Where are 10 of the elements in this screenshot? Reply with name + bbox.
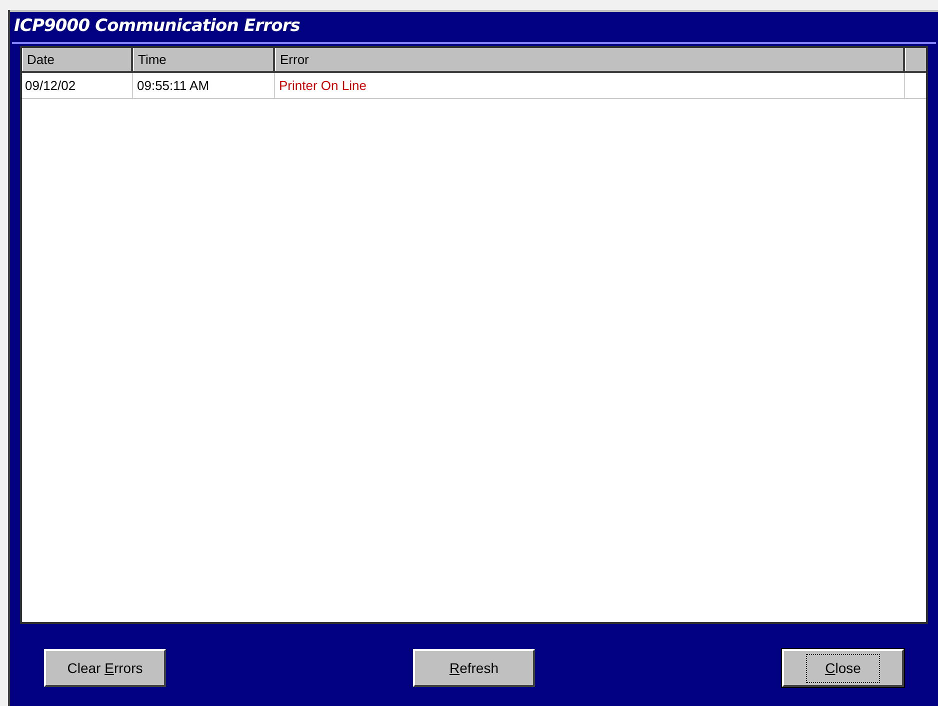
dialog-button[interactable]: Refresh	[413, 649, 535, 687]
dialog-button[interactable]: Clear Errors	[44, 649, 166, 687]
dialog-button[interactable]: Close	[782, 649, 904, 687]
table-cell: 09:55:11 AM	[133, 73, 275, 98]
column-header[interactable]: Date	[22, 48, 133, 71]
column-header[interactable]: Error	[275, 48, 905, 71]
window-title: ICP9000 Communication Errors	[14, 15, 300, 38]
table-cell: Printer On Line	[275, 73, 905, 98]
column-header[interactable]: Time	[133, 48, 275, 71]
table-cell: 09/12/02	[22, 73, 133, 98]
